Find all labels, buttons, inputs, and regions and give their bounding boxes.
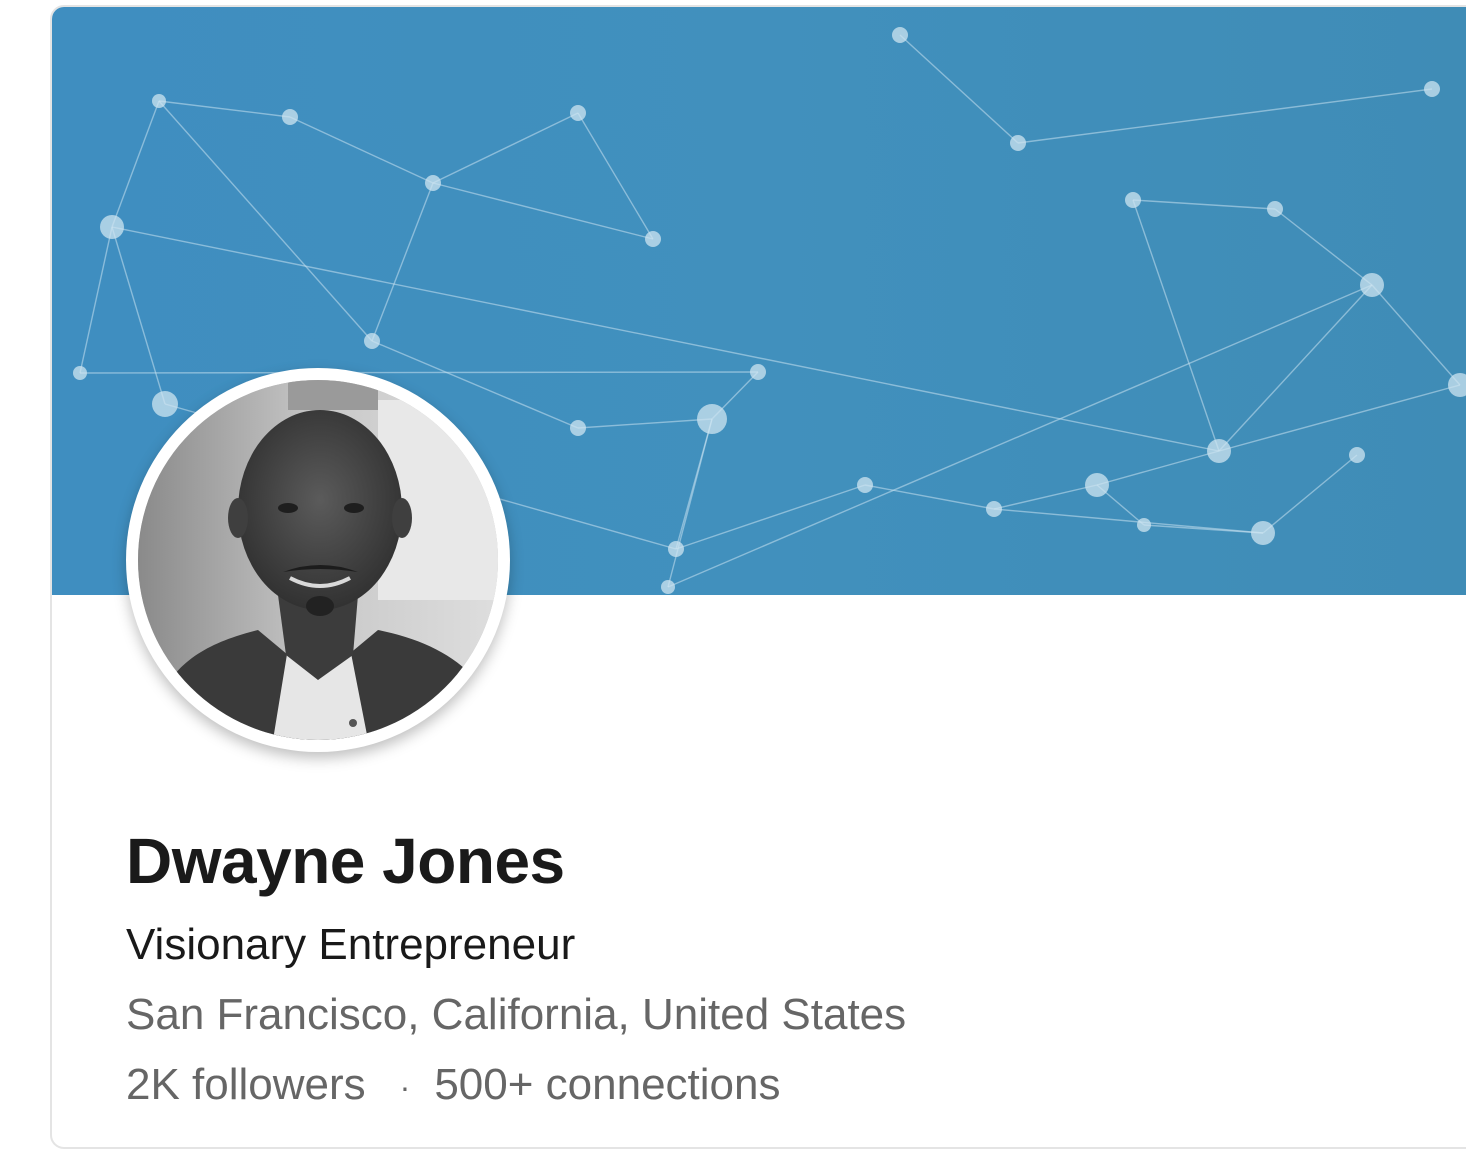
profile-card: Dwayne Jones Visionary Entrepreneur San …	[50, 5, 1466, 1149]
profile-photo	[138, 380, 498, 740]
profile-headline: Visionary Entrepreneur	[126, 920, 576, 969]
profile-stats: 2K followers · 500+ connections	[126, 1058, 906, 1114]
separator-dot: ·	[399, 1069, 411, 1106]
avatar[interactable]	[138, 380, 498, 740]
profile-location: San Francisco, California, United States	[126, 990, 907, 1039]
profile-info: Dwayne Jones Visionary Entrepreneur San …	[126, 822, 906, 1114]
connections-count[interactable]: 500+ connections	[434, 1060, 780, 1109]
profile-name: Dwayne Jones	[126, 825, 565, 897]
followers-count[interactable]: 2K followers	[126, 1060, 366, 1109]
